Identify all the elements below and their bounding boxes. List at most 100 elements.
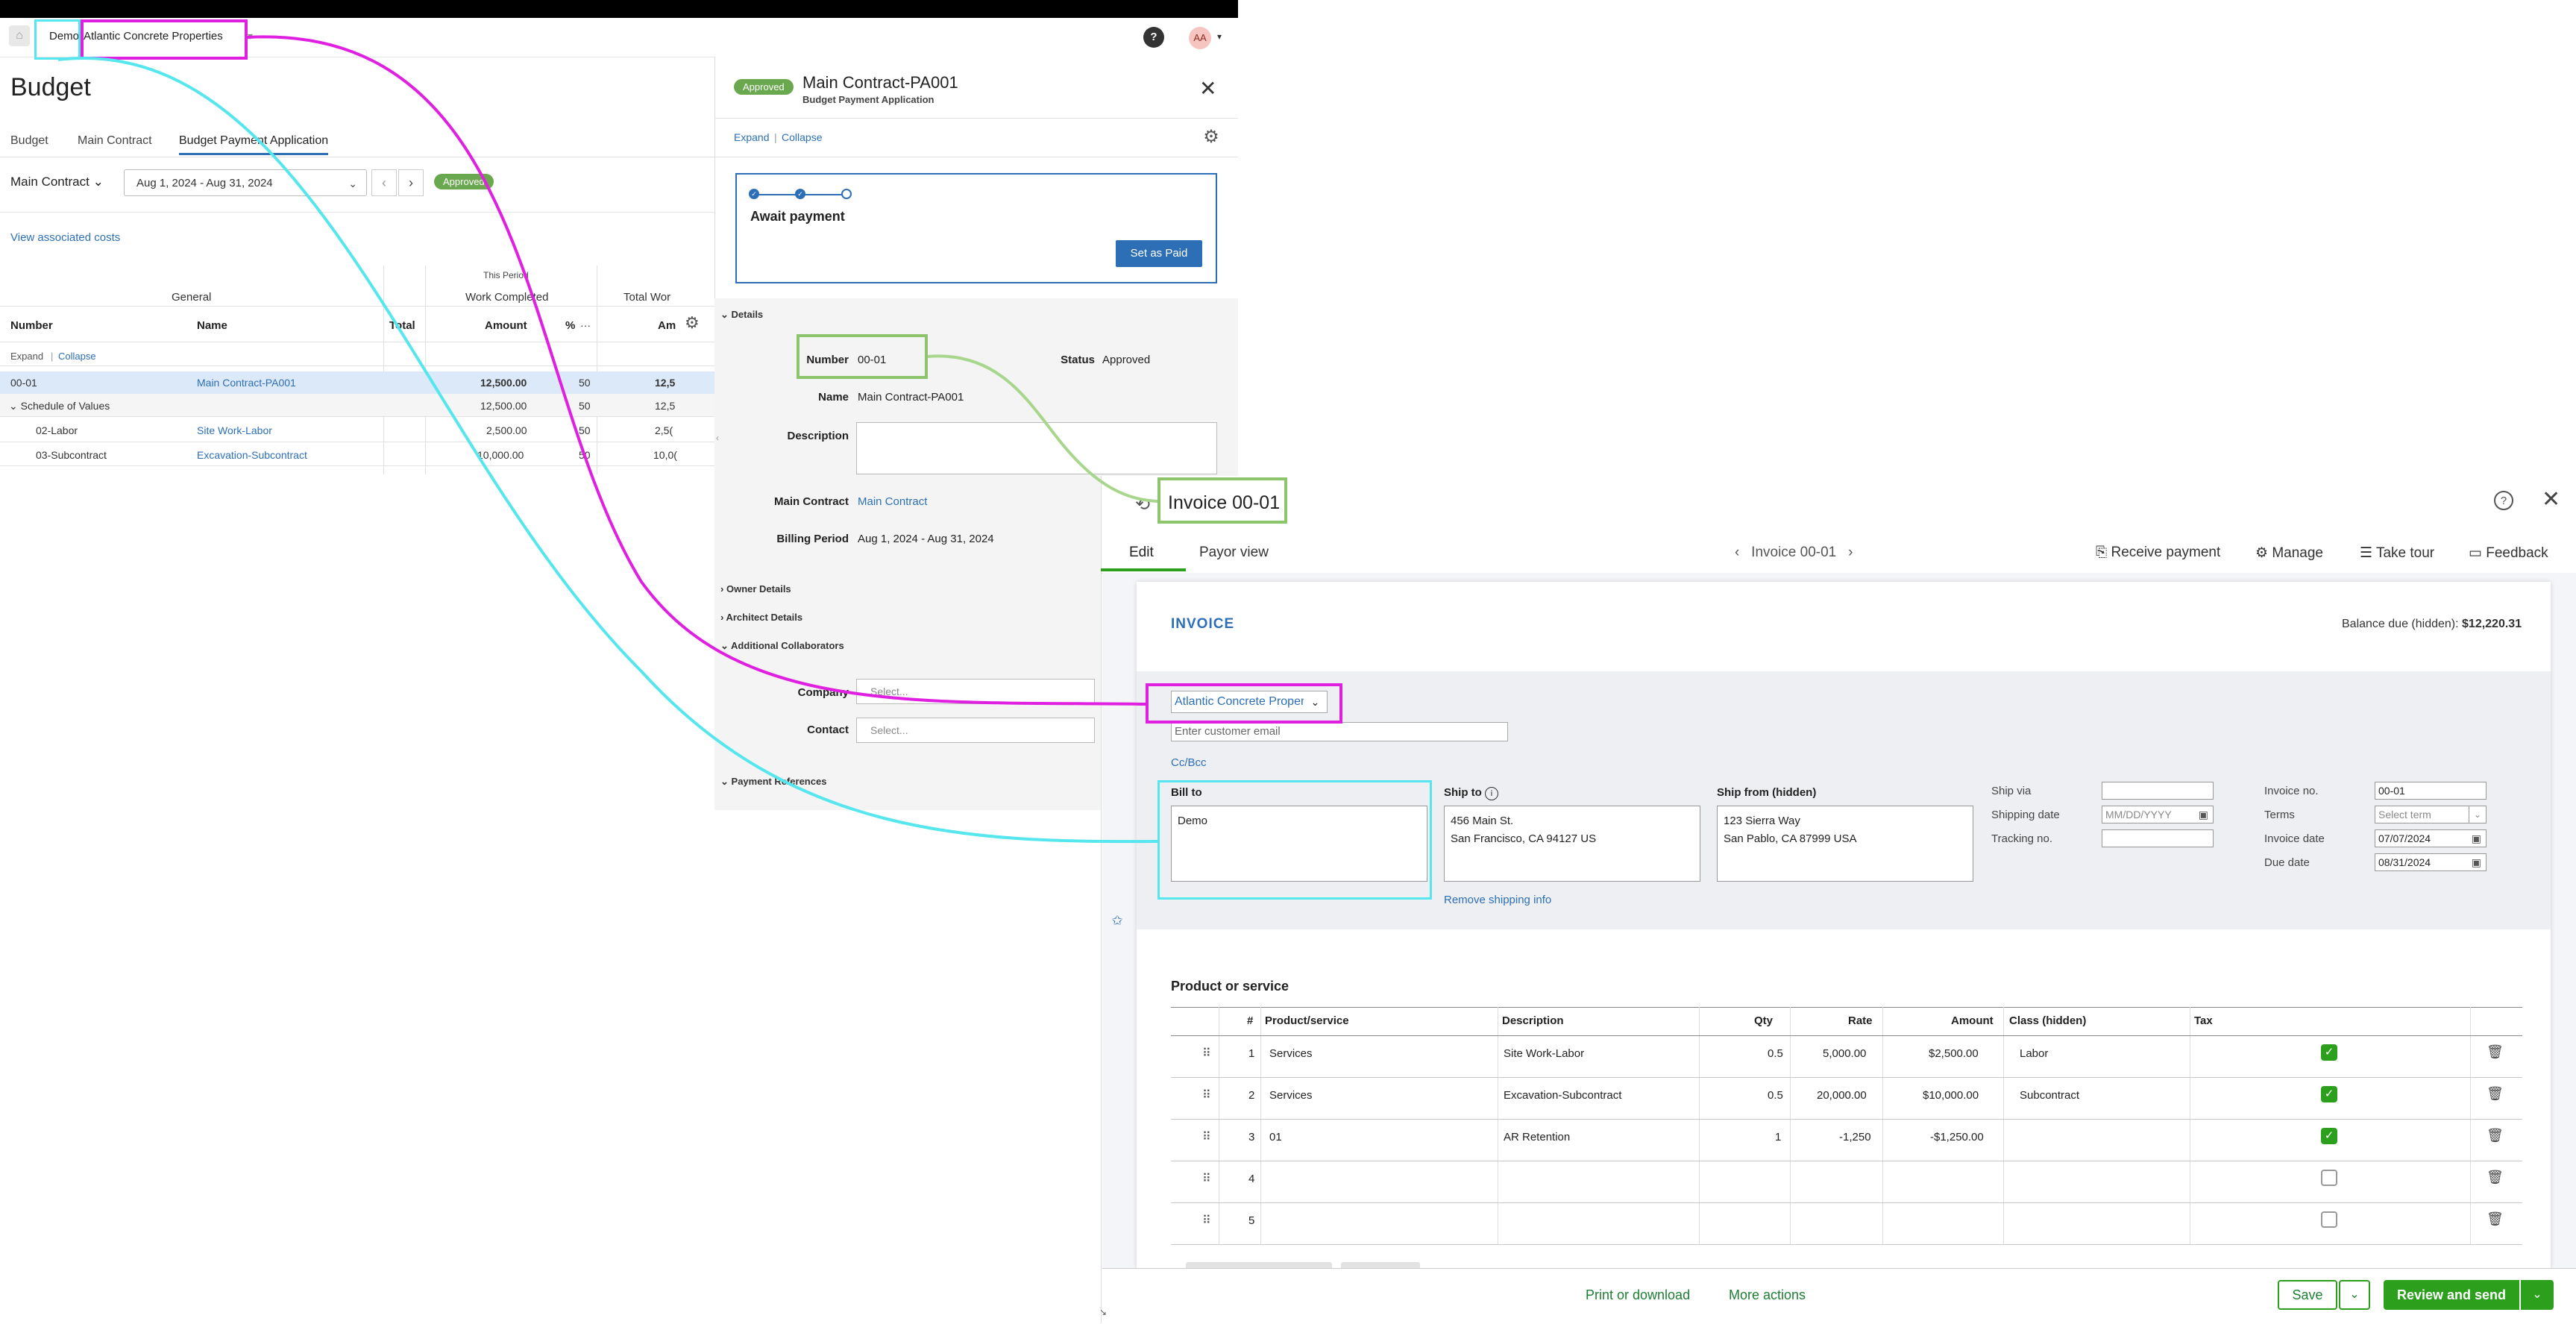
- col-amount-total[interactable]: Am: [658, 319, 676, 332]
- contract-select[interactable]: Main Contract ⌄: [10, 175, 104, 189]
- app-logo-icon[interactable]: ⌂: [9, 25, 30, 46]
- close-icon[interactable]: ✕: [2542, 486, 2560, 512]
- row-name-link[interactable]: Site Work-Labor: [197, 424, 272, 436]
- tab-budget-payment-application[interactable]: Budget Payment Application: [179, 134, 329, 155]
- prev-invoice-icon[interactable]: ‹: [1735, 545, 1739, 560]
- star-icon[interactable]: ✩: [1108, 912, 1126, 929]
- close-icon[interactable]: ✕: [1199, 76, 1216, 101]
- review-and-send-button[interactable]: Review and send: [2384, 1280, 2519, 1310]
- table-row-selected[interactable]: [0, 371, 714, 394]
- cc-bcc-link[interactable]: Cc/Bcc: [1171, 756, 1207, 769]
- history-icon[interactable]: ⟲: [1135, 494, 1150, 515]
- resize-corner-icon[interactable]: ↘: [1099, 1307, 1107, 1317]
- trash-icon[interactable]: 🗑: [2487, 1086, 2504, 1102]
- col-number[interactable]: Number: [10, 319, 53, 332]
- ship-to-field[interactable]: 456 Main St. San Francisco, CA 94127 US: [1444, 806, 1700, 882]
- tracking-input[interactable]: [2102, 829, 2214, 847]
- col-more-icon[interactable]: ···: [580, 319, 591, 331]
- line-class[interactable]: Subcontract: [2020, 1089, 2079, 1102]
- line-amount[interactable]: $10,000.00: [1923, 1089, 1979, 1102]
- info-icon[interactable]: i: [1485, 787, 1498, 800]
- tax-checkbox[interactable]: ✓: [2321, 1086, 2337, 1102]
- col-percent[interactable]: %: [565, 319, 575, 332]
- col-name[interactable]: Name: [197, 319, 227, 332]
- gear-icon[interactable]: ⚙: [685, 313, 700, 333]
- section-payment-references-toggle[interactable]: ⌄ Payment References: [720, 776, 826, 788]
- description-field[interactable]: [856, 422, 1217, 474]
- section-owner-toggle[interactable]: › Owner Details: [720, 583, 791, 594]
- drag-handle-icon[interactable]: ⠿: [1202, 1046, 1211, 1061]
- expand-link[interactable]: Expand: [734, 131, 769, 143]
- send-options-chevron-icon[interactable]: ⌄: [2521, 1280, 2554, 1310]
- row-name-link[interactable]: Main Contract-PA001: [197, 377, 296, 389]
- project-caret-icon[interactable]: ▾: [248, 30, 253, 43]
- shipping-date-input[interactable]: MM/DD/YYYY ▣: [2102, 806, 2214, 823]
- feedback-button[interactable]: ▭ Feedback: [2469, 545, 2548, 562]
- drag-handle-icon[interactable]: ⠿: [1202, 1213, 1211, 1228]
- trash-icon[interactable]: 🗑: [2487, 1128, 2504, 1143]
- collapse-link[interactable]: Collapse: [58, 351, 96, 362]
- line-product[interactable]: 01: [1269, 1131, 1282, 1143]
- col-total[interactable]: Total: [389, 319, 415, 332]
- ship-via-input[interactable]: [2102, 782, 2214, 800]
- expand-link[interactable]: Expand: [10, 351, 43, 362]
- manage-button[interactable]: ⚙ Manage: [2255, 545, 2323, 562]
- line-description[interactable]: Excavation-Subcontract: [1504, 1089, 1621, 1102]
- next-invoice-icon[interactable]: ›: [1848, 545, 1853, 560]
- drag-handle-icon[interactable]: ⠿: [1202, 1088, 1211, 1102]
- due-date-input[interactable]: 08/31/2024 ▣: [2375, 853, 2487, 871]
- tab-edit[interactable]: Edit: [1129, 545, 1154, 561]
- main-contract-link[interactable]: Main Contract: [858, 495, 927, 508]
- remove-shipping-link[interactable]: Remove shipping info: [1444, 894, 1551, 906]
- line-qty[interactable]: 1: [1775, 1131, 1781, 1143]
- trash-icon[interactable]: 🗑: [2487, 1044, 2504, 1060]
- section-architect-toggle[interactable]: › Architect Details: [720, 612, 802, 623]
- row-name-link[interactable]: Excavation-Subcontract: [197, 449, 307, 461]
- invoice-date-input[interactable]: 07/07/2024 ▣: [2375, 829, 2487, 847]
- line-description[interactable]: Site Work-Labor: [1504, 1047, 1584, 1060]
- line-class[interactable]: Labor: [2020, 1047, 2048, 1060]
- section-details-toggle[interactable]: ⌄ Details: [720, 309, 763, 321]
- company-select[interactable]: Select...: [856, 679, 1095, 704]
- help-icon[interactable]: ?: [2494, 491, 2513, 510]
- line-amount[interactable]: $2,500.00: [1929, 1047, 1979, 1060]
- panel-resize-handle[interactable]: ‹: [716, 433, 719, 443]
- avatar[interactable]: AA: [1189, 27, 1211, 49]
- drag-handle-icon[interactable]: ⠿: [1202, 1129, 1211, 1144]
- calendar-icon[interactable]: ▣: [2199, 806, 2208, 823]
- line-rate[interactable]: 20,000.00: [1817, 1089, 1867, 1102]
- line-product[interactable]: Services: [1269, 1047, 1313, 1060]
- line-description[interactable]: AR Retention: [1504, 1131, 1570, 1143]
- group-toggle[interactable]: ⌄ Schedule of Values: [9, 400, 110, 412]
- col-amount[interactable]: Amount: [485, 319, 527, 332]
- print-download-link[interactable]: Print or download: [1586, 1287, 1690, 1303]
- more-actions-link[interactable]: More actions: [1729, 1287, 1806, 1303]
- gear-icon[interactable]: ⚙: [1201, 127, 1222, 148]
- tax-checkbox[interactable]: [2321, 1211, 2337, 1228]
- receive-payment-button[interactable]: ⎘ Receive payment: [2096, 545, 2220, 561]
- save-button[interactable]: Save: [2278, 1280, 2337, 1310]
- line-rate[interactable]: -1,250: [1839, 1131, 1871, 1143]
- date-range-select[interactable]: Aug 1, 2024 - Aug 31, 2024 ⌄: [124, 169, 367, 196]
- view-associated-costs-link[interactable]: View associated costs: [10, 231, 120, 244]
- section-collaborators-toggle[interactable]: ⌄ Additional Collaborators: [720, 640, 844, 652]
- tab-payor-view[interactable]: Payor view: [1199, 545, 1269, 561]
- customer-email-input[interactable]: Enter customer email: [1171, 722, 1508, 741]
- line-product[interactable]: Services: [1269, 1089, 1313, 1102]
- drag-handle-icon[interactable]: ⠿: [1202, 1171, 1211, 1186]
- avatar-caret-icon[interactable]: ▾: [1217, 31, 1222, 42]
- calendar-icon[interactable]: ▣: [2472, 830, 2481, 847]
- take-tour-button[interactable]: ☰ Take tour: [2360, 545, 2434, 562]
- line-qty[interactable]: 0.5: [1768, 1047, 1783, 1060]
- set-as-paid-button[interactable]: Set as Paid: [1116, 240, 1202, 267]
- prev-period-button[interactable]: ‹: [371, 169, 397, 196]
- ship-from-field[interactable]: 123 Sierra Way San Pablo, CA 87999 USA: [1717, 806, 1973, 882]
- line-amount[interactable]: -$1,250.00: [1930, 1131, 1984, 1143]
- next-period-button[interactable]: ›: [398, 169, 424, 196]
- line-qty[interactable]: 0.5: [1768, 1089, 1783, 1102]
- tax-checkbox[interactable]: ✓: [2321, 1128, 2337, 1144]
- tab-main-contract[interactable]: Main Contract: [78, 134, 152, 148]
- help-icon[interactable]: ?: [1143, 27, 1164, 48]
- terms-select[interactable]: Select term ⌄: [2375, 806, 2487, 823]
- collapse-link[interactable]: Collapse: [782, 131, 822, 143]
